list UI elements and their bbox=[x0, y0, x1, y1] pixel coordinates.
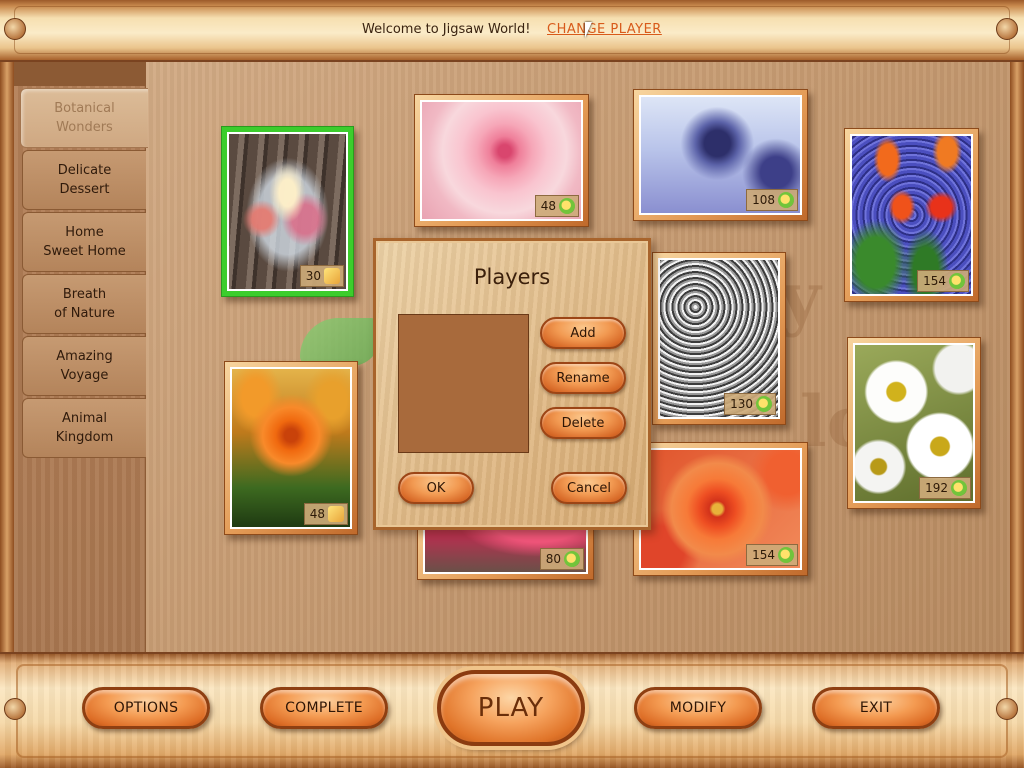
piece-count: 80 bbox=[545, 552, 561, 566]
category-tab-breath-of-nature[interactable]: Breath of Nature bbox=[22, 274, 146, 334]
players-dialog: Players Add Rename Delete OK Cancel bbox=[373, 238, 651, 530]
puzzle-thumbnail-babys-breath[interactable]: 130 bbox=[652, 252, 786, 425]
puzzle-image: 48 bbox=[230, 367, 352, 529]
frame-left bbox=[0, 62, 14, 652]
category-tab-animal-kingdom[interactable]: Animal Kingdom bbox=[22, 398, 146, 458]
puzzle-thumbnail-thistle[interactable]: 108 bbox=[633, 89, 808, 221]
modify-button[interactable]: MODIFY bbox=[634, 687, 762, 729]
puzzle-thumbnail-tulips[interactable]: 154 bbox=[844, 128, 979, 302]
puzzle-thumbnail-daisies[interactable]: 192 bbox=[847, 337, 981, 509]
puzzle-image: 108 bbox=[639, 95, 802, 215]
puzzle-thumbnail-candles[interactable]: 30 bbox=[221, 126, 354, 297]
piece-count-badge: 48 bbox=[534, 195, 579, 217]
rotate-icon bbox=[949, 273, 965, 289]
piece-count-badge: 154 bbox=[917, 270, 969, 292]
delete-player-button[interactable]: Delete bbox=[540, 407, 626, 439]
mouse-cursor-icon bbox=[585, 22, 592, 38]
piece-count: 192 bbox=[925, 481, 948, 495]
puzzle-image: 130 bbox=[658, 258, 780, 419]
rotate-icon bbox=[951, 480, 967, 496]
piece-count-badge: 30 bbox=[299, 265, 344, 287]
piece-count-badge: 48 bbox=[303, 503, 348, 525]
welcome-text: Welcome to Jigsaw World! bbox=[362, 22, 531, 37]
rotate-icon bbox=[778, 547, 794, 563]
rotate-icon bbox=[756, 396, 772, 412]
dialog-title: Players bbox=[473, 265, 551, 289]
category-tab-delicate-dessert[interactable]: Delicate Dessert bbox=[22, 150, 146, 210]
frame-bolt-icon bbox=[996, 18, 1018, 40]
frame-bolt-icon bbox=[996, 698, 1018, 720]
piece-count: 48 bbox=[309, 507, 325, 521]
rotate-icon bbox=[564, 551, 580, 567]
cancel-button[interactable]: Cancel bbox=[551, 472, 627, 504]
piece-count-badge: 108 bbox=[746, 189, 798, 211]
piece-count-badge: 154 bbox=[746, 544, 798, 566]
piece-count: 154 bbox=[752, 548, 775, 562]
puzzle-image: 48 bbox=[420, 100, 583, 221]
rotate-icon bbox=[559, 198, 575, 214]
puzzle-image: 192 bbox=[853, 343, 975, 503]
frame-right bbox=[1010, 62, 1024, 652]
piece-count-badge: 80 bbox=[539, 548, 584, 570]
piece-count: 154 bbox=[923, 274, 946, 288]
exit-button[interactable]: EXIT bbox=[812, 687, 940, 729]
background-decoration: y bbox=[780, 256, 821, 339]
piece-count: 108 bbox=[752, 193, 775, 207]
play-button[interactable]: PLAY bbox=[437, 670, 585, 746]
rename-player-button[interactable]: Rename bbox=[540, 362, 626, 394]
complete-button[interactable]: COMPLETE bbox=[260, 687, 388, 729]
add-player-button[interactable]: Add bbox=[540, 317, 626, 349]
options-button[interactable]: OPTIONS bbox=[82, 687, 210, 729]
change-player-link[interactable]: CHANGE PLAYER bbox=[547, 22, 662, 37]
category-tab-botanical-wonders[interactable]: Botanical Wonders bbox=[20, 88, 148, 148]
ok-button[interactable]: OK bbox=[398, 472, 474, 504]
frame-bolt-icon bbox=[4, 698, 26, 720]
players-list[interactable] bbox=[398, 314, 529, 453]
piece-count: 48 bbox=[540, 199, 556, 213]
piece-count: 130 bbox=[730, 397, 753, 411]
puzzle-image: 154 bbox=[639, 448, 802, 570]
puzzle-thumbnail-pink-rose[interactable]: 48 bbox=[414, 94, 589, 227]
piece-count-badge: 192 bbox=[919, 477, 971, 499]
piece-count: 30 bbox=[305, 269, 321, 283]
puzzle-image: 154 bbox=[850, 134, 973, 296]
piece-count-badge: 130 bbox=[724, 393, 776, 415]
puzzle-piece-icon bbox=[328, 506, 344, 522]
category-tab-home-sweet-home[interactable]: Home Sweet Home bbox=[22, 212, 146, 272]
puzzle-thumbnail-orange-rose[interactable]: 48 bbox=[224, 361, 358, 535]
sidebar-header bbox=[14, 62, 146, 86]
puzzle-piece-icon bbox=[324, 268, 340, 284]
category-tab-amazing-voyage[interactable]: Amazing Voyage bbox=[22, 336, 146, 396]
puzzle-thumbnail-dahlia[interactable]: 154 bbox=[633, 442, 808, 576]
rotate-icon bbox=[778, 192, 794, 208]
frame-bolt-icon bbox=[4, 18, 26, 40]
puzzle-image: 30 bbox=[227, 132, 348, 291]
